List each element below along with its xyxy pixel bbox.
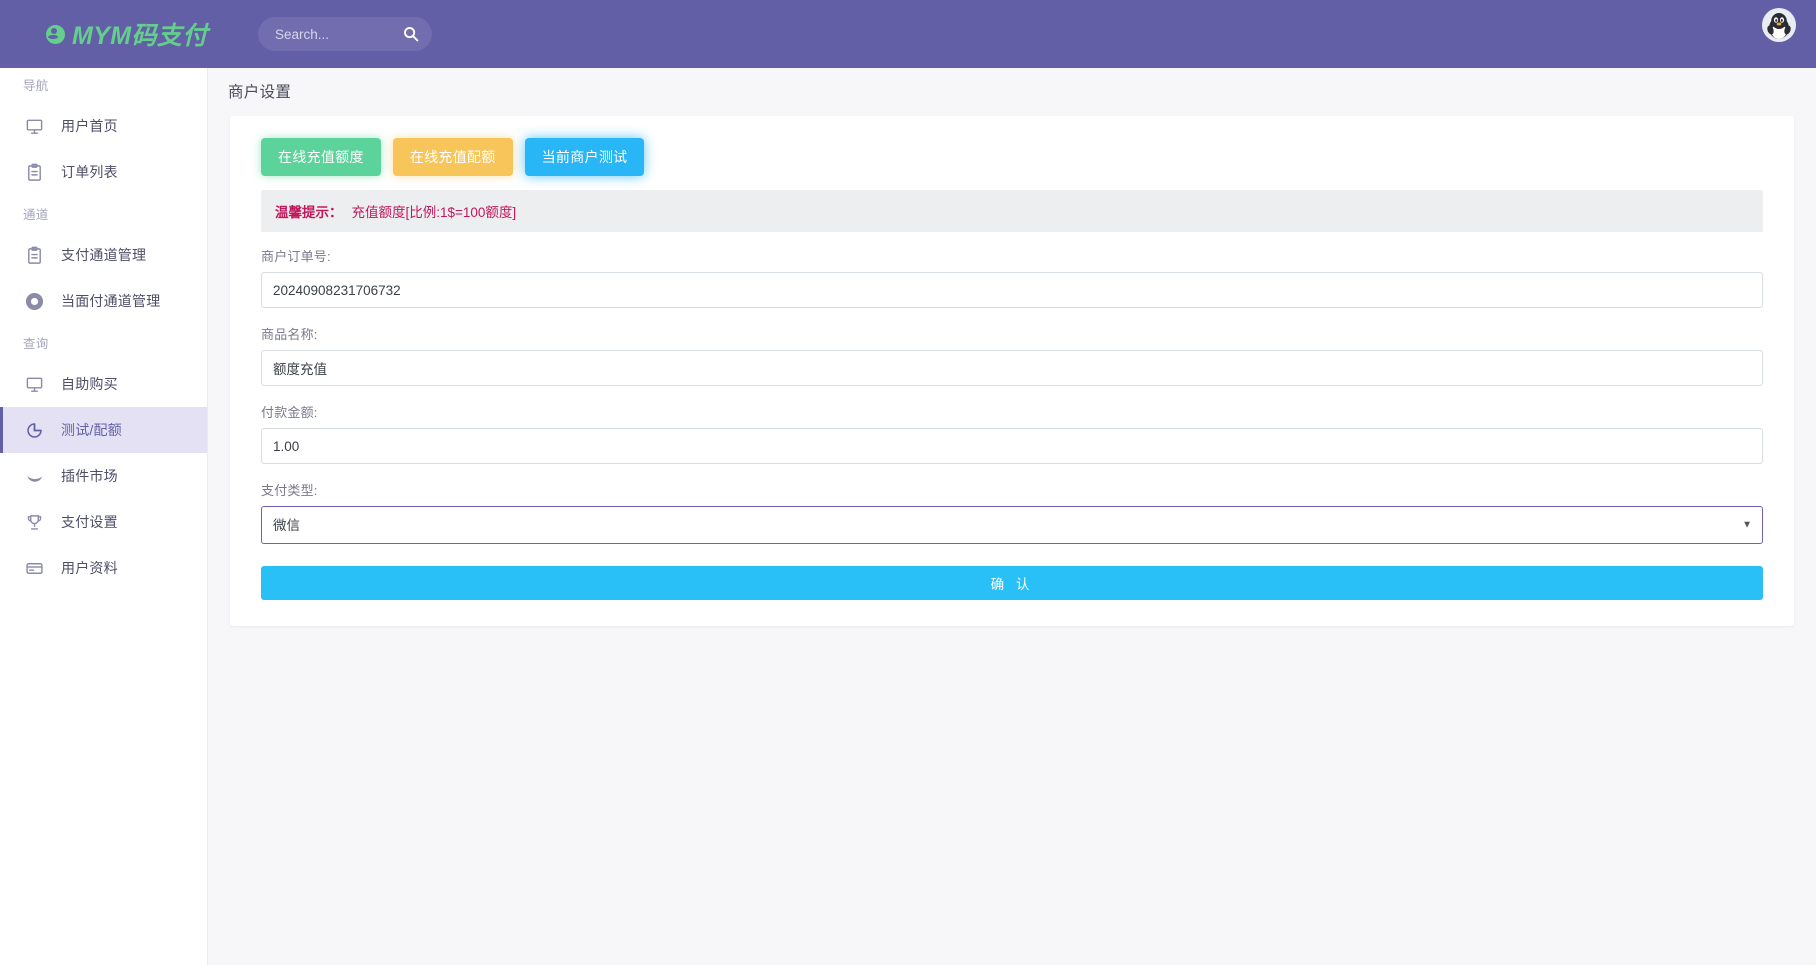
globe-icon (46, 25, 65, 44)
sidebar-item-user-home[interactable]: 用户首页 (0, 103, 207, 149)
search-input[interactable] (275, 27, 403, 42)
field-label: 付款金额: (261, 402, 1763, 421)
sidebar-item-label: 订单列表 (61, 162, 118, 182)
confirm-button[interactable]: 确 认 (261, 566, 1763, 600)
lifebuoy-icon (23, 290, 45, 312)
field-product-name: 商品名称: (261, 324, 1763, 386)
sidebar-item-label: 支付通道管理 (61, 245, 146, 265)
search-icon[interactable] (403, 26, 419, 42)
sidebar-item-face-to-face-channel-management[interactable]: 当面付通道管理 (0, 278, 207, 324)
sidebar-heading-navigation: 导航 (0, 66, 207, 103)
top-navigation-bar: MYM码支付 (0, 0, 1816, 68)
sidebar-heading-channel: 通道 (0, 195, 207, 232)
avatar[interactable] (1762, 8, 1796, 42)
field-payment-type: 支付类型: 微信支付宝QQ钱包 ▼ (261, 480, 1763, 544)
desktop-icon (23, 115, 45, 137)
sidebar-item-label: 用户资料 (61, 558, 118, 578)
main-content: 商户设置 在线充值额度 在线充值配额 当前商户测试 温馨提示：充值额度[比例:1… (208, 58, 1816, 965)
desktop-icon (23, 373, 45, 395)
online-recharge-allocation-button[interactable]: 在线充值配额 (393, 138, 513, 176)
card-icon (23, 557, 45, 579)
sidebar-item-plugin-market[interactable]: 插件市场 (0, 453, 207, 499)
action-button-row: 在线充值额度 在线充值配额 当前商户测试 (261, 138, 1774, 176)
merchant-order-number-input[interactable] (261, 272, 1763, 308)
search-box[interactable] (258, 17, 432, 51)
sidebar-item-test-quota[interactable]: 测试/配额 (0, 407, 207, 453)
sidebar-item-label: 自助购买 (61, 374, 118, 394)
qq-penguin-avatar-icon (1763, 9, 1795, 41)
field-label: 支付类型: (261, 480, 1763, 499)
sidebar-item-label: 测试/配额 (61, 420, 122, 440)
brand-logo: MYM码支付 (46, 16, 208, 52)
sidebar-item-payment-channel-management[interactable]: 支付通道管理 (0, 232, 207, 278)
clipboard-icon (23, 244, 45, 266)
clipboard-icon (23, 161, 45, 183)
sidebar-item-label: 插件市场 (61, 466, 118, 486)
product-name-input[interactable] (261, 350, 1763, 386)
sidebar-item-self-service-purchase[interactable]: 自助购买 (0, 361, 207, 407)
tip-body: 充值额度[比例:1$=100额度] (352, 205, 517, 220)
field-payment-amount: 付款金额: (261, 402, 1763, 464)
sidebar: 导航 用户首页 订单列表 通道 (0, 58, 208, 965)
payment-amount-input[interactable] (261, 428, 1763, 464)
brand-name: MYM码支付 (72, 16, 208, 52)
swoosh-icon (23, 465, 45, 487)
field-label: 商户订单号: (261, 246, 1763, 265)
sidebar-item-label: 支付设置 (61, 512, 118, 532)
sidebar-item-label: 用户首页 (61, 116, 118, 136)
brand-logo-area[interactable]: MYM码支付 (0, 0, 240, 68)
sidebar-item-payment-settings[interactable]: 支付设置 (0, 499, 207, 545)
pie-chart-icon (23, 419, 45, 441)
field-label: 商品名称: (261, 324, 1763, 343)
current-merchant-test-button[interactable]: 当前商户测试 (525, 138, 645, 176)
merchant-settings-card: 在线充值额度 在线充值配额 当前商户测试 温馨提示： 充值额度[比例:1$=100… (230, 116, 1794, 626)
tip-prefix: 温馨提示： (275, 205, 343, 220)
merchant-test-form: 商户订单号: 商品名称: 付款金额: 支付类型: 微信支付宝QQ钱包 ▼ 确 认 (261, 246, 1763, 600)
sidebar-heading-query: 查询 (0, 324, 207, 361)
online-recharge-quota-button[interactable]: 在线充值额度 (261, 138, 381, 176)
sidebar-item-order-list[interactable]: 订单列表 (0, 149, 207, 195)
field-merchant-order-number: 商户订单号: (261, 246, 1763, 308)
payment-type-select-wrapper: 微信支付宝QQ钱包 ▼ (261, 506, 1763, 544)
sidebar-item-user-profile[interactable]: 用户资料 (0, 545, 207, 591)
sidebar-item-label: 当面付通道管理 (61, 291, 160, 311)
tip-banner: 温馨提示： 充值额度[比例:1$=100额度] (261, 190, 1763, 232)
payment-type-select[interactable]: 微信支付宝QQ钱包 (261, 506, 1763, 544)
trophy-icon (23, 511, 45, 533)
